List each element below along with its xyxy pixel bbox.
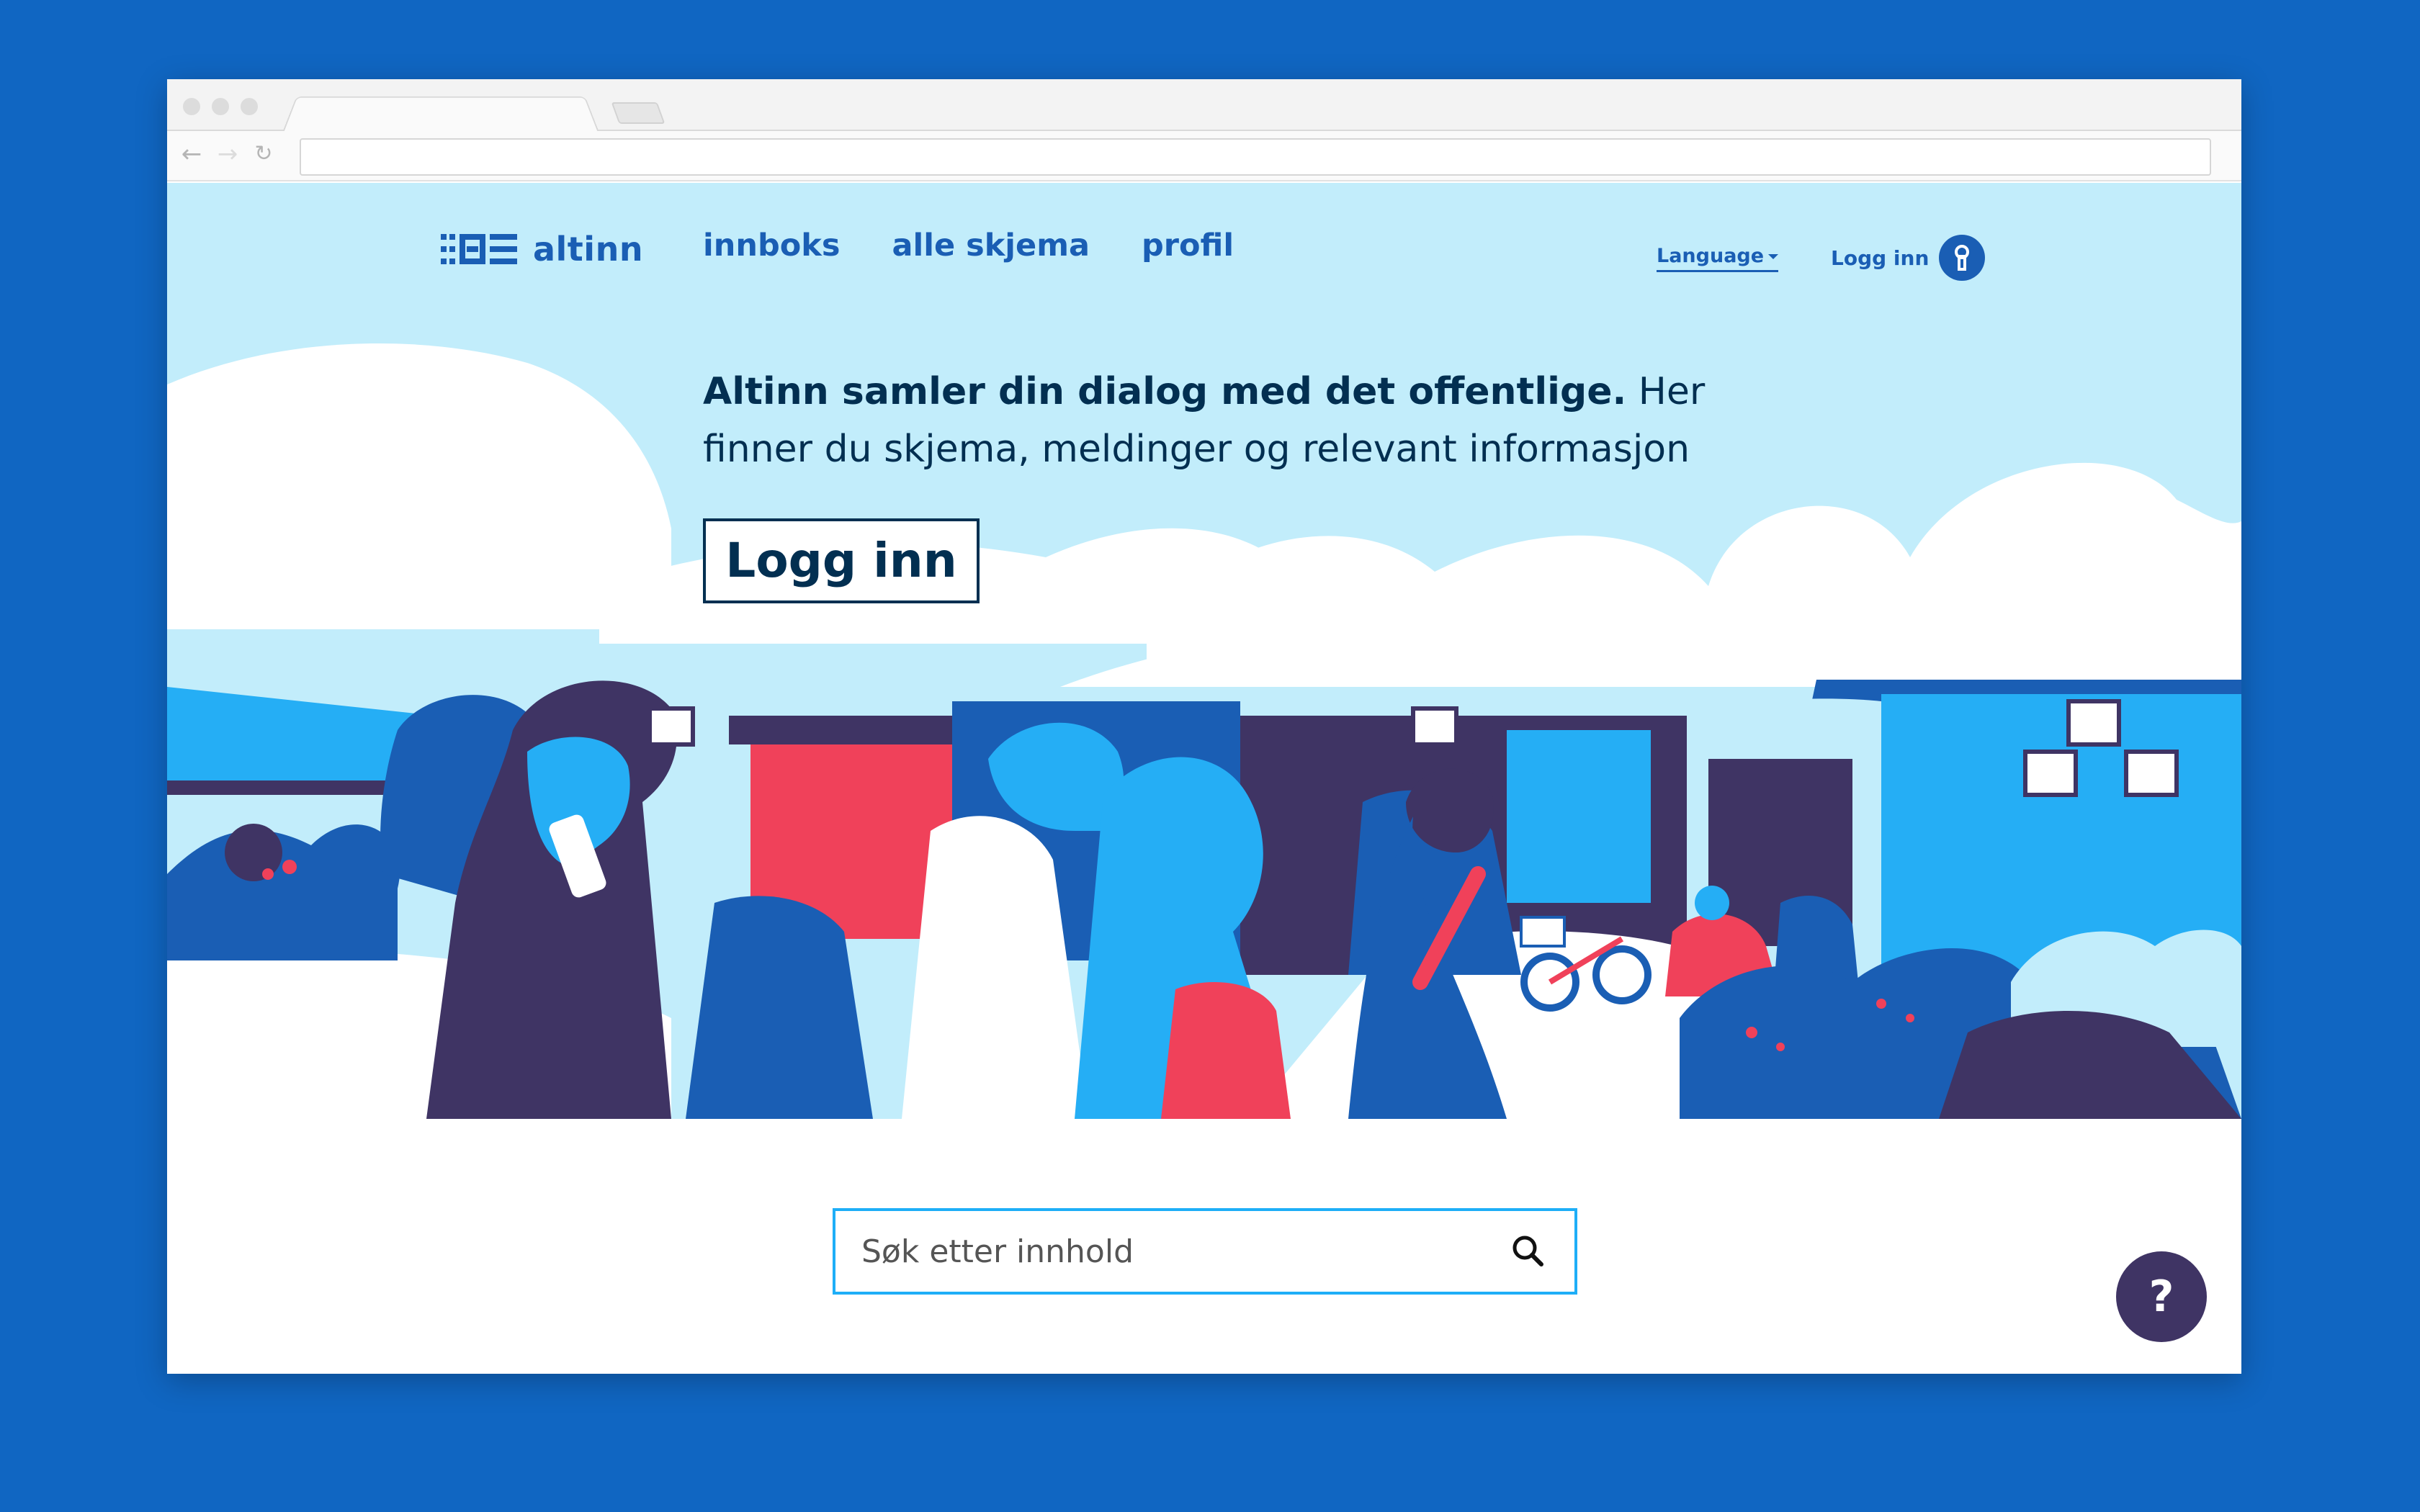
caret-down-icon bbox=[1768, 253, 1779, 259]
nav-link-profil[interactable]: profil bbox=[1142, 228, 1234, 264]
language-label: Language bbox=[1657, 245, 1765, 267]
search-box bbox=[833, 1208, 1577, 1295]
reload-icon[interactable]: ↻ bbox=[249, 140, 278, 168]
keyhole-icon bbox=[1939, 235, 1986, 281]
window-maximize-dot[interactable] bbox=[241, 98, 258, 115]
window-close-dot[interactable] bbox=[183, 98, 200, 115]
search-icon[interactable] bbox=[1508, 1231, 1549, 1272]
browser-tab-active[interactable] bbox=[282, 96, 599, 132]
browser-window: ← → ↻ altinn innboks alle skjema profil … bbox=[167, 79, 2241, 1374]
hero-login-button[interactable]: Logg inn bbox=[703, 518, 980, 603]
logo-text: altinn bbox=[533, 230, 644, 269]
altinn-logo-mark-icon bbox=[441, 234, 517, 264]
search-input[interactable] bbox=[861, 1233, 1508, 1270]
new-tab-button[interactable] bbox=[611, 102, 666, 124]
window-minimize-dot[interactable] bbox=[212, 98, 229, 115]
page-content: altinn innboks alle skjema profil Langua… bbox=[167, 183, 2241, 1374]
main-navigation: innboks alle skjema profil bbox=[703, 228, 1234, 264]
question-mark-icon: ? bbox=[2148, 1272, 2174, 1322]
altinn-logo[interactable]: altinn bbox=[441, 229, 643, 269]
nav-link-alle-skjema[interactable]: alle skjema bbox=[892, 228, 1090, 264]
header-login-link[interactable]: Logg inn bbox=[1831, 235, 1986, 281]
forward-arrow-icon[interactable]: → bbox=[213, 140, 242, 168]
hero-intro-text: Altinn samler din dialog med det offentl… bbox=[703, 363, 1711, 478]
language-selector[interactable]: Language bbox=[1657, 245, 1779, 272]
hero-section: altinn innboks alle skjema profil Langua… bbox=[167, 183, 2241, 1119]
nav-link-innboks[interactable]: innboks bbox=[703, 228, 840, 264]
browser-toolbar: ← → ↻ bbox=[167, 131, 2241, 181]
back-arrow-icon[interactable]: ← bbox=[177, 140, 206, 168]
hero-intro-bold: Altinn samler din dialog med det offentl… bbox=[703, 370, 1627, 413]
browser-tab-bar bbox=[167, 79, 2241, 132]
header-login-label: Logg inn bbox=[1831, 246, 1930, 270]
help-button[interactable]: ? bbox=[2116, 1251, 2207, 1342]
hero-illustration bbox=[167, 343, 2241, 1119]
address-bar[interactable] bbox=[300, 138, 2211, 176]
